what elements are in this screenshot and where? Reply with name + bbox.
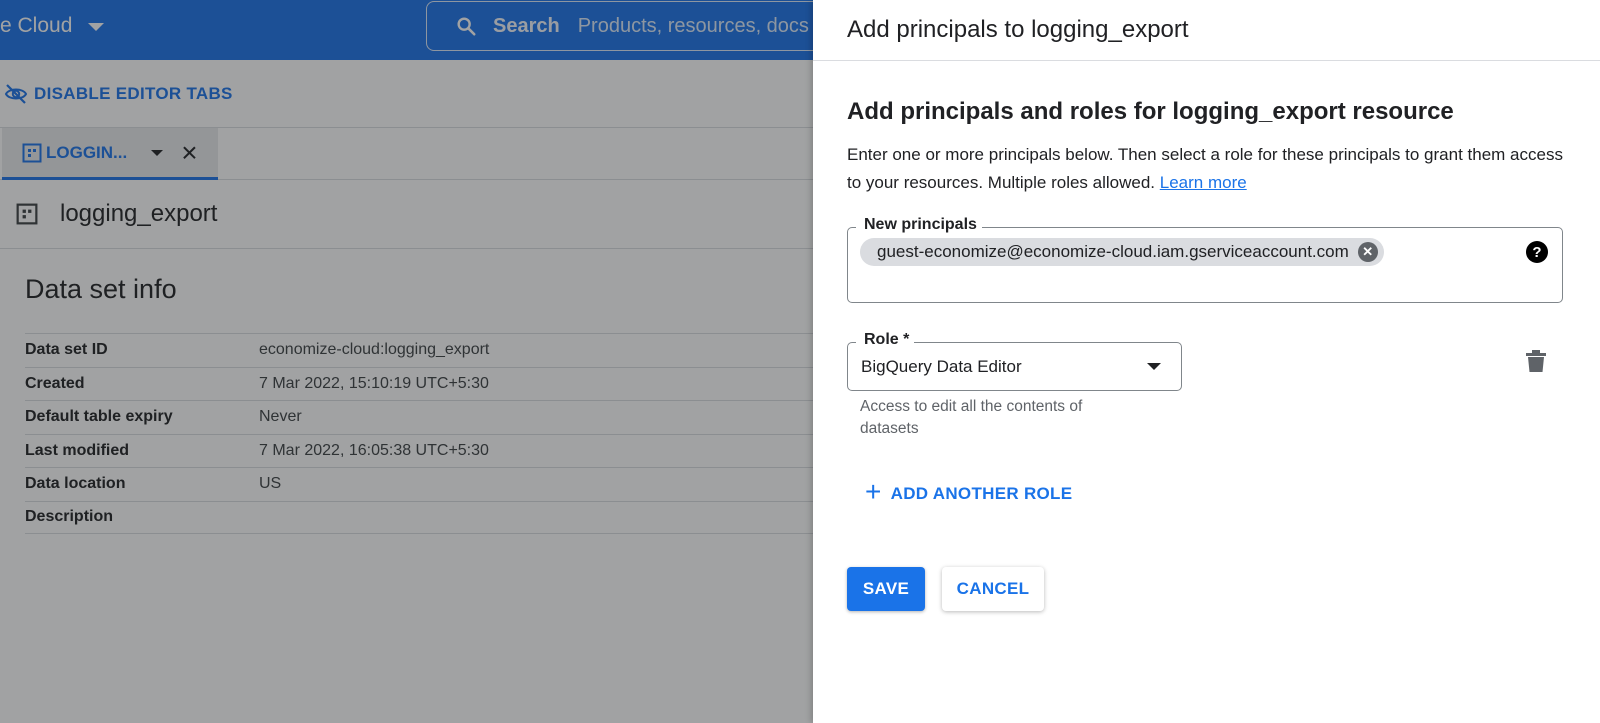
dropdown-arrow-icon bbox=[1147, 363, 1161, 370]
role-label: Role * bbox=[856, 331, 915, 349]
panel-title: Add principals to logging_export bbox=[847, 16, 1189, 43]
help-icon[interactable]: ? bbox=[1526, 241, 1548, 263]
add-principals-panel: Add principals to logging_export Add pri… bbox=[813, 0, 1600, 723]
role-hint: Access to edit all the contents of datas… bbox=[860, 398, 1083, 437]
principal-chip[interactable]: guest-economize@economize-cloud.iam.gser… bbox=[860, 238, 1384, 266]
remove-chip-icon[interactable]: ✕ bbox=[1357, 242, 1378, 262]
cancel-button[interactable]: CANCEL bbox=[942, 567, 1044, 611]
plus-icon: + bbox=[865, 476, 882, 507]
section-title: Add principals and roles for logging_exp… bbox=[847, 98, 1454, 125]
save-button[interactable]: SAVE bbox=[847, 567, 925, 611]
panel-description: Enter one or more principals below. Then… bbox=[847, 141, 1567, 197]
principal-chip-label: guest-economize@economize-cloud.iam.gser… bbox=[877, 242, 1349, 261]
role-select[interactable]: BigQuery Data Editor bbox=[847, 342, 1182, 391]
modal-scrim[interactable] bbox=[0, 0, 813, 723]
delete-icon[interactable] bbox=[1525, 349, 1547, 373]
learn-more-link[interactable]: Learn more bbox=[1160, 173, 1247, 192]
panel-header: Add principals to logging_export bbox=[813, 0, 1600, 61]
new-principals-label: New principals bbox=[856, 216, 982, 234]
role-select-value: BigQuery Data Editor bbox=[861, 356, 1022, 376]
add-another-role-button[interactable]: + ADD ANOTHER ROLE bbox=[865, 476, 1073, 507]
add-another-role-label: ADD ANOTHER ROLE bbox=[890, 483, 1073, 503]
